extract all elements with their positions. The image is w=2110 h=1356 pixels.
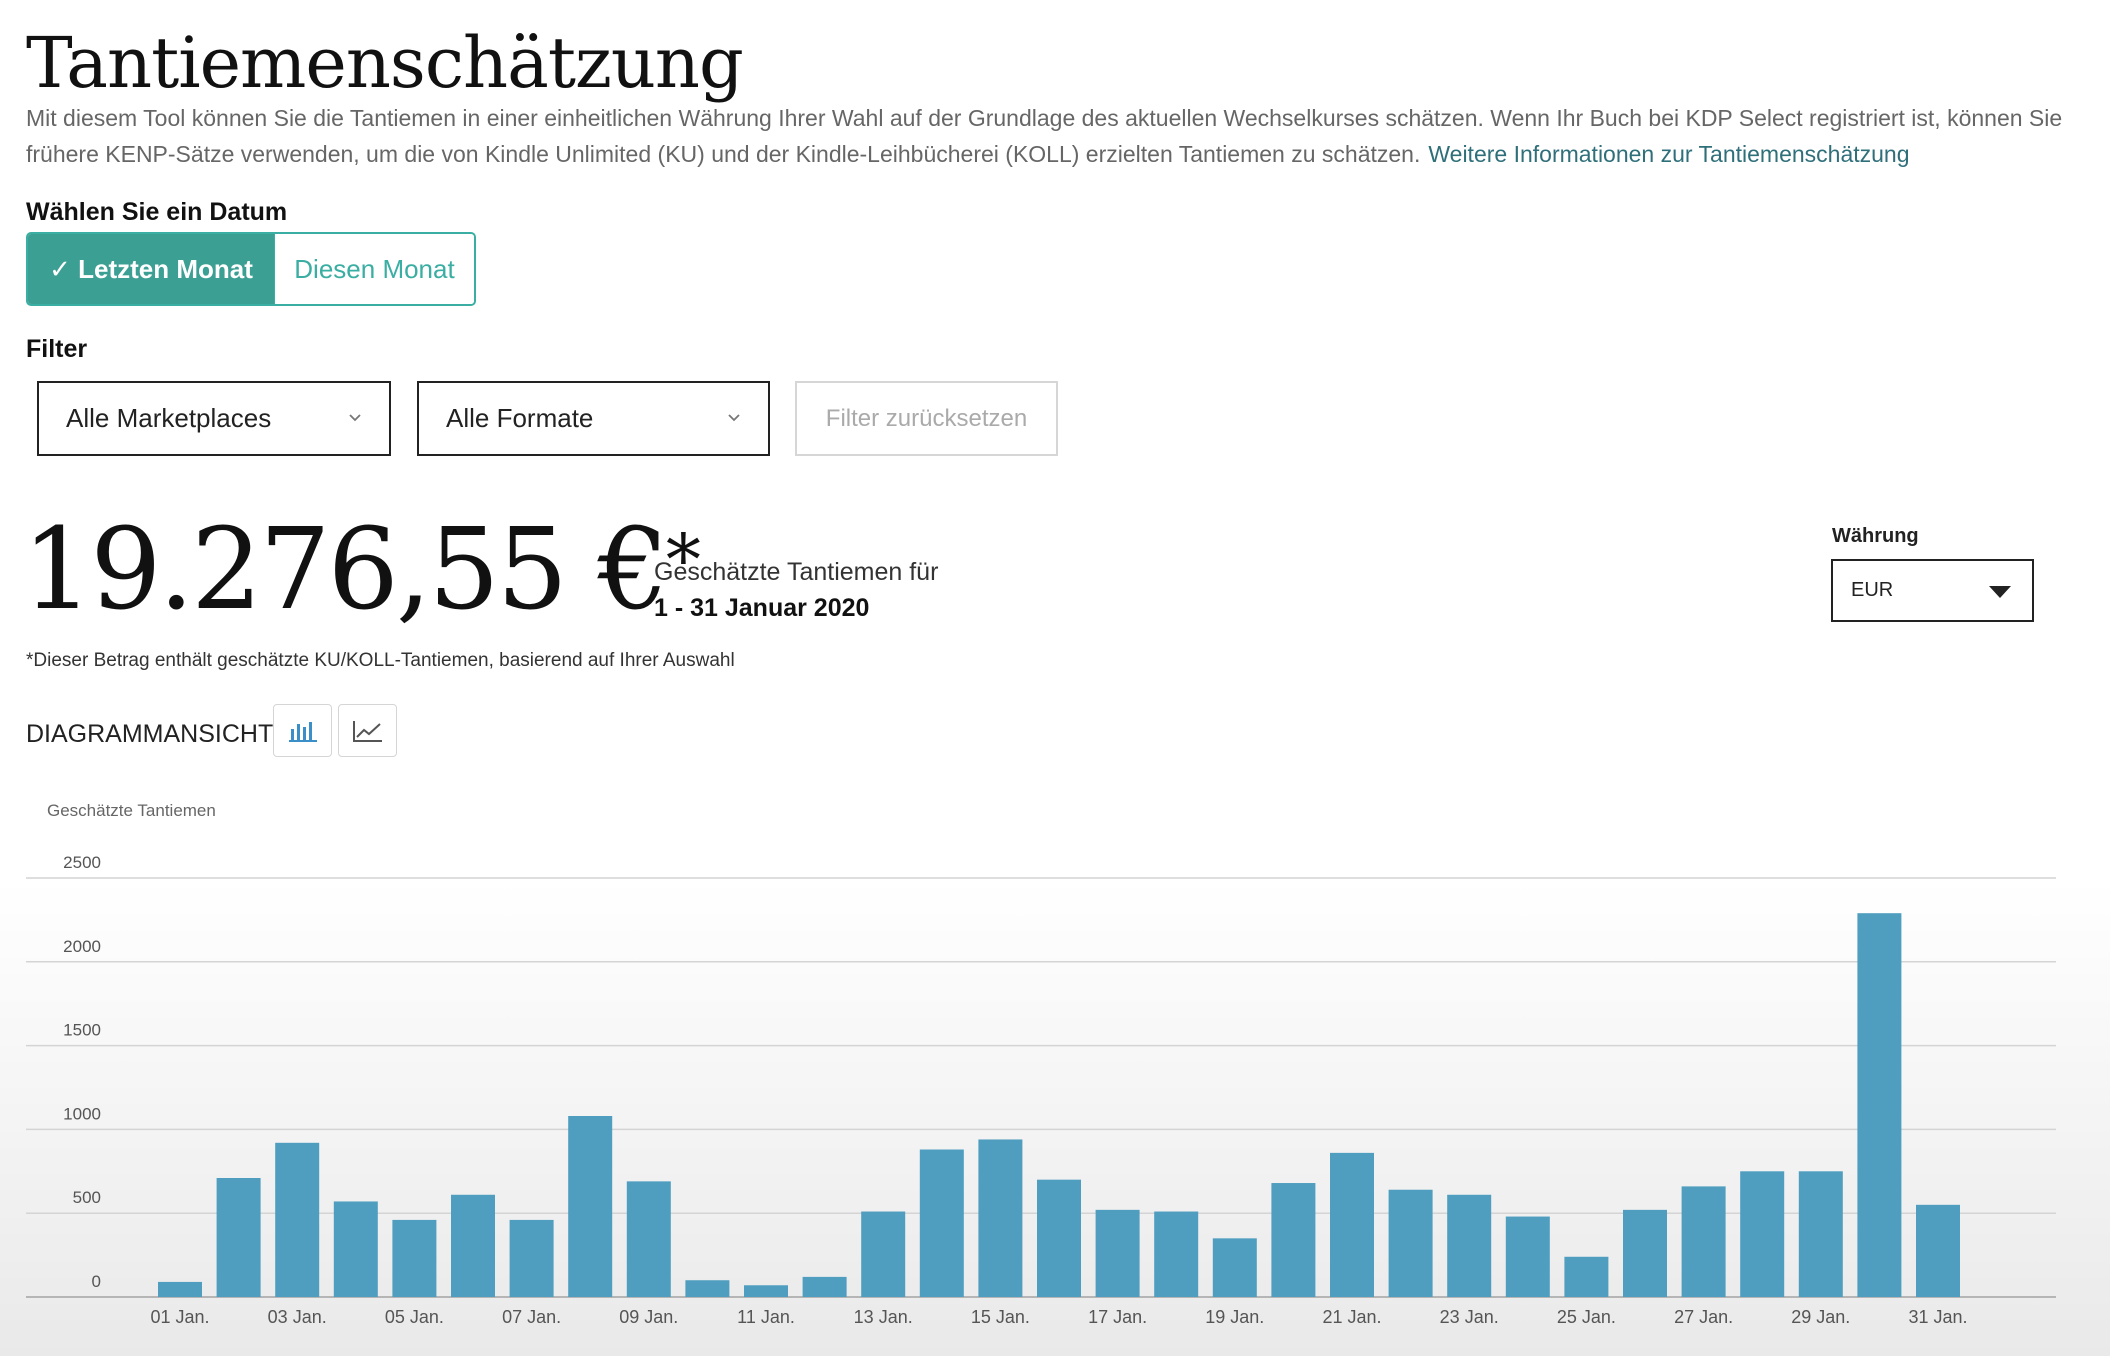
x-tick-label: 17 Jan. <box>1088 1307 1147 1327</box>
bar[interactable] <box>1447 1194 1492 1297</box>
date-selector-label: Wählen Sie ein Datum <box>26 198 288 226</box>
bar-chart-icon <box>288 721 317 742</box>
y-axis-label: Geschätzte Tantiemen <box>47 801 216 820</box>
bar-chart-view-button[interactable] <box>273 704 332 757</box>
x-tick-label: 03 Jan. <box>268 1307 327 1327</box>
bar[interactable] <box>509 1219 554 1297</box>
bar[interactable] <box>685 1280 730 1297</box>
x-tick-label: 31 Jan. <box>1908 1307 1967 1327</box>
amount-footnote: *Dieser Betrag enthält geschätzte KU/KOL… <box>26 650 735 671</box>
x-tick-label: 29 Jan. <box>1791 1307 1850 1327</box>
bar[interactable] <box>216 1178 261 1297</box>
more-info-link[interactable]: Weitere Informationen zur Tantiemenschät… <box>1428 141 1909 167</box>
currency-select-value: EUR <box>1851 579 1894 601</box>
x-tick-label: 19 Jan. <box>1205 1307 1264 1327</box>
x-tick-label: 05 Jan. <box>385 1307 444 1327</box>
this-month-button[interactable]: Diesen Monat <box>274 234 474 304</box>
x-tick-label: 07 Jan. <box>502 1307 561 1327</box>
bar[interactable] <box>1271 1183 1316 1297</box>
x-tick-label: 25 Jan. <box>1557 1307 1616 1327</box>
royalties-bar-chart: Geschätzte Tantiemen 0 500 1000 1500 2000 250… <box>0 801 2110 1356</box>
marketplace-select[interactable]: Alle Marketplaces <box>37 381 391 456</box>
bar[interactable] <box>802 1276 847 1297</box>
filter-label: Filter <box>26 335 88 363</box>
date-range-toggle: ✓ Letzten Monat Diesen Monat <box>26 232 476 306</box>
bar[interactable] <box>1857 913 1902 1297</box>
x-tick-label: 21 Jan. <box>1322 1307 1381 1327</box>
bar[interactable] <box>158 1281 202 1297</box>
bar[interactable] <box>275 1142 320 1297</box>
bar[interactable] <box>451 1194 495 1297</box>
x-tick-label: 27 Jan. <box>1674 1307 1733 1327</box>
page-title: Tantiemenschätzung <box>26 22 744 104</box>
estimate-label: Geschätzte Tantiemen für <box>654 558 939 586</box>
last-month-button[interactable]: ✓ Letzten Monat <box>28 234 274 304</box>
bar[interactable] <box>626 1181 671 1297</box>
x-tick-label: 11 Jan. <box>737 1307 795 1327</box>
bar[interactable] <box>1388 1189 1433 1297</box>
royalties-chart: Geschätzte Tantiemen 0 500 1000 1500 2000 250… <box>0 780 2110 1356</box>
y-tick-label: 1500 <box>63 1021 101 1040</box>
x-tick-label: 15 Jan. <box>971 1307 1030 1327</box>
chevron-down-icon <box>728 414 740 422</box>
chart-view-label: DIAGRAMMANSICHT <box>26 720 274 748</box>
intro-text: Mit diesem Tool können Sie die Tantiemen… <box>26 100 2066 172</box>
bar[interactable] <box>1154 1211 1199 1297</box>
format-select-value: Alle Formate <box>446 403 594 433</box>
y-tick-label: 2000 <box>63 937 101 956</box>
x-tick-label: 01 Jan. <box>150 1307 209 1327</box>
y-tick-label: 500 <box>73 1188 101 1207</box>
bar[interactable] <box>1681 1186 1726 1297</box>
y-tick-label: 1000 <box>63 1104 101 1123</box>
x-tick-label: 23 Jan. <box>1440 1307 1499 1327</box>
bar[interactable] <box>744 1285 788 1297</box>
marketplace-select-value: Alle Marketplaces <box>66 403 272 433</box>
bar[interactable] <box>333 1201 378 1297</box>
amount-value: 19.276,55 € <box>22 505 669 635</box>
bar[interactable] <box>1740 1171 1785 1297</box>
bar[interactable] <box>1916 1204 1960 1297</box>
bar[interactable] <box>1623 1209 1667 1297</box>
bar[interactable] <box>1564 1256 1609 1297</box>
bar[interactable] <box>1037 1179 1081 1297</box>
bar[interactable] <box>1212 1238 1257 1297</box>
reset-filter-button[interactable]: Filter zurücksetzen <box>795 381 1058 456</box>
x-tick-label: 13 Jan. <box>854 1307 913 1327</box>
bar[interactable] <box>861 1211 906 1297</box>
caret-down-icon <box>1989 586 2011 598</box>
currency-select[interactable]: EUR <box>1831 559 2034 622</box>
y-tick-label: 0 <box>92 1272 101 1291</box>
total-royalties-amount: 19.276,55 €* <box>22 505 701 635</box>
y-tick-label: 2500 <box>63 853 101 872</box>
chevron-down-icon <box>349 414 361 422</box>
bar[interactable] <box>978 1139 1023 1297</box>
estimate-period: 1 - 31 Januar 2020 <box>654 594 870 622</box>
bar[interactable] <box>919 1149 964 1297</box>
bar[interactable] <box>1330 1152 1374 1297</box>
bar[interactable] <box>1505 1216 1550 1297</box>
format-select[interactable]: Alle Formate <box>417 381 770 456</box>
line-chart-icon <box>352 720 382 742</box>
bar[interactable] <box>1798 1171 1843 1297</box>
bar[interactable] <box>568 1115 613 1297</box>
bar[interactable] <box>1095 1209 1140 1297</box>
x-tick-label: 09 Jan. <box>619 1307 678 1327</box>
currency-label: Währung <box>1832 525 1919 547</box>
bar[interactable] <box>392 1219 437 1297</box>
line-chart-view-button[interactable] <box>338 704 397 757</box>
